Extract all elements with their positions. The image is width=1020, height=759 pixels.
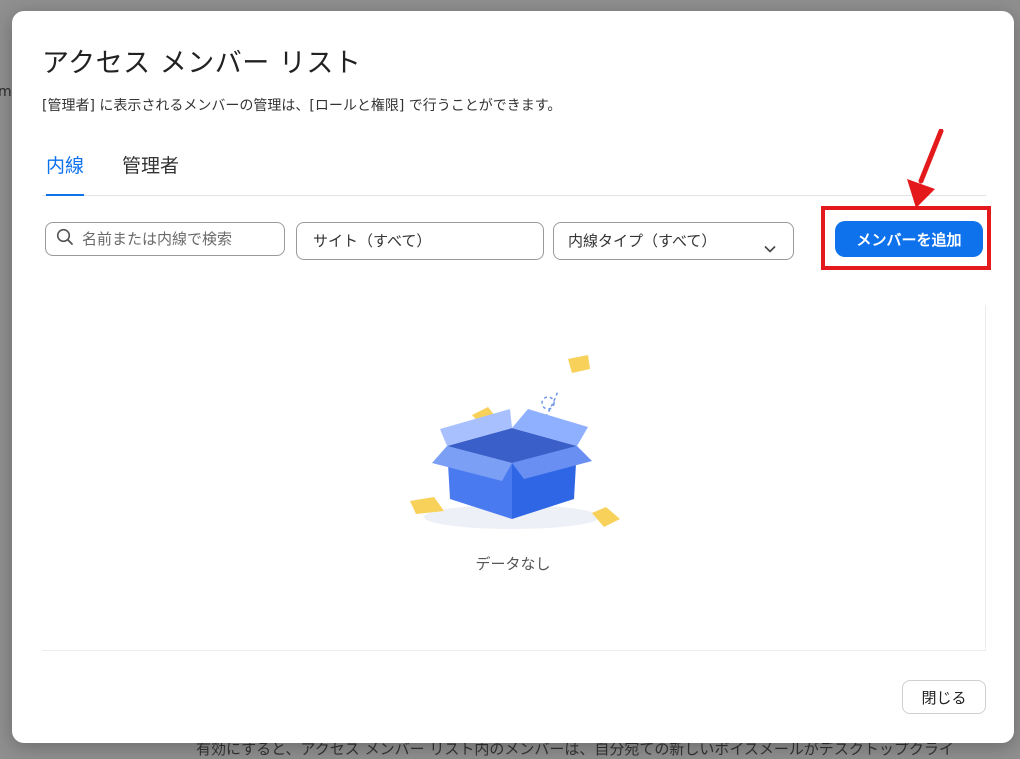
search-input[interactable]	[80, 229, 274, 249]
tab-bar: 内線 管理者	[42, 151, 986, 196]
search-icon	[56, 228, 74, 250]
empty-state-text: データなし	[475, 555, 551, 573]
empty-box-illustration	[410, 355, 620, 529]
dialog-title: アクセス メンバー リスト	[42, 48, 362, 79]
annotation-highlight-box	[821, 206, 991, 270]
close-button[interactable]: 閉じる	[902, 680, 986, 714]
tab-admins[interactable]: 管理者	[122, 151, 179, 195]
site-filter-value: サイト（すべて）	[313, 232, 432, 250]
site-filter-select[interactable]: サイト（すべて）	[296, 222, 544, 260]
access-member-list-dialog: アクセス メンバー リスト [管理者] に表示されるメンバーの管理は、[ロールと…	[12, 11, 1014, 743]
chevron-down-icon	[763, 233, 777, 269]
search-field[interactable]	[45, 222, 285, 256]
tab-extensions[interactable]: 内線	[46, 151, 85, 196]
annotation-arrow	[907, 129, 944, 208]
dialog-subtitle: [管理者] に表示されるメンバーの管理は、[ロールと権限] で行うことができます…	[42, 98, 562, 114]
extension-type-filter-value: 内線タイプ（すべて）	[568, 232, 717, 250]
extension-type-filter-select[interactable]: 内線タイプ（すべて）	[553, 222, 794, 260]
